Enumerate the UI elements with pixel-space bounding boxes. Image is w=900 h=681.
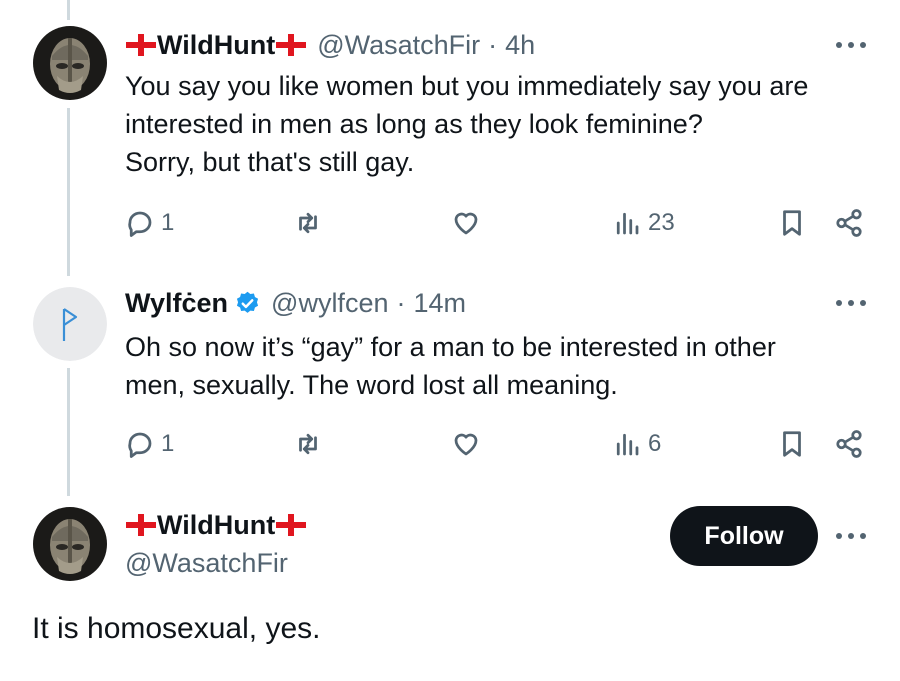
main-tweet-handle-row: @WasatchFir (125, 546, 288, 580)
reply-button[interactable]: 1 (125, 208, 174, 238)
bookmark-icon (783, 431, 801, 457)
author-handle[interactable]: @wylfcen (271, 288, 388, 319)
main-tweet-text: It is homosexual, yes. (32, 612, 321, 645)
thread-line-top (67, 0, 70, 20)
author-name[interactable]: WildHunt (125, 30, 307, 61)
separator-dot: · (488, 29, 498, 60)
separator-dot: · (396, 287, 406, 318)
tweet-timestamp[interactable]: 4h (505, 30, 535, 61)
retweet-button[interactable] (293, 208, 323, 238)
view-count: 6 (648, 430, 662, 457)
share-icon (836, 430, 862, 458)
tweet-text-line: You say you like women but you immediate… (125, 71, 809, 101)
reply-icon (128, 211, 152, 237)
like-icon (454, 433, 478, 456)
share-button[interactable] (834, 429, 864, 459)
views-button[interactable]: 23 (612, 208, 675, 238)
helmet-avatar-image (33, 507, 107, 581)
more-options-icon[interactable] (836, 298, 866, 308)
author-name[interactable]: WildHunt (125, 510, 307, 541)
bookmark-icon (783, 210, 801, 236)
retweet-button[interactable] (293, 429, 323, 459)
share-icon (836, 209, 862, 237)
avatar-wylfcen[interactable] (33, 287, 107, 361)
tweet-text: You say you like women but you immediate… (125, 67, 865, 181)
reply-count: 1 (161, 209, 175, 236)
tweet-text: Oh so now it’s “gay” for a man to be int… (125, 328, 865, 404)
share-button[interactable] (834, 208, 864, 238)
more-options-icon[interactable] (836, 40, 866, 50)
retweet-icon (299, 433, 317, 455)
like-button[interactable] (451, 208, 481, 238)
helmet-avatar-image (33, 26, 107, 100)
tweet-text-line: Oh so now it’s “gay” for a man to be int… (125, 332, 776, 362)
bookmark-button[interactable] (777, 208, 807, 238)
reply-count: 1 (161, 430, 175, 457)
england-flag-icon (276, 34, 307, 56)
views-icon (616, 212, 639, 235)
tweet-text-line: interested in men as long as they look f… (125, 109, 703, 139)
reply-icon (128, 432, 152, 458)
author-name[interactable]: Wylfċen (125, 288, 228, 319)
england-flag-icon (276, 514, 307, 536)
views-icon (616, 433, 639, 456)
more-options-icon[interactable] (836, 531, 866, 541)
thread-line-2 (67, 368, 70, 496)
views-button[interactable]: 6 (612, 429, 661, 459)
like-button[interactable] (451, 429, 481, 459)
england-flag-icon (126, 34, 156, 56)
main-tweet-name-row: WildHunt (125, 508, 307, 542)
thread-line-1 (67, 108, 70, 276)
author-handle[interactable]: @WasatchFir (125, 548, 288, 579)
bookmark-button[interactable] (777, 429, 807, 459)
tweet-text-line: Sorry, but that's still gay. (125, 147, 415, 177)
reply-button[interactable]: 1 (125, 429, 174, 459)
tweet-text-line: men, sexually. The word lost all meaning… (125, 370, 618, 400)
like-icon (454, 212, 478, 235)
avatar-wildhunt[interactable] (33, 26, 107, 100)
tweet-timestamp[interactable]: 14m (413, 288, 466, 319)
avatar-wildhunt[interactable] (33, 507, 107, 581)
view-count: 23 (648, 209, 675, 236)
tweet-1-header: WildHunt @WasatchFir · 4h (125, 28, 535, 62)
author-handle[interactable]: @WasatchFir (317, 30, 480, 61)
follow-button[interactable]: Follow (670, 506, 818, 566)
rune-avatar-image (33, 287, 107, 361)
verified-badge-icon[interactable] (234, 290, 261, 317)
england-flag-icon (126, 514, 156, 536)
tweet-2-header: Wylfċen @wylfcen · 14m (125, 286, 466, 320)
retweet-icon (299, 212, 317, 234)
